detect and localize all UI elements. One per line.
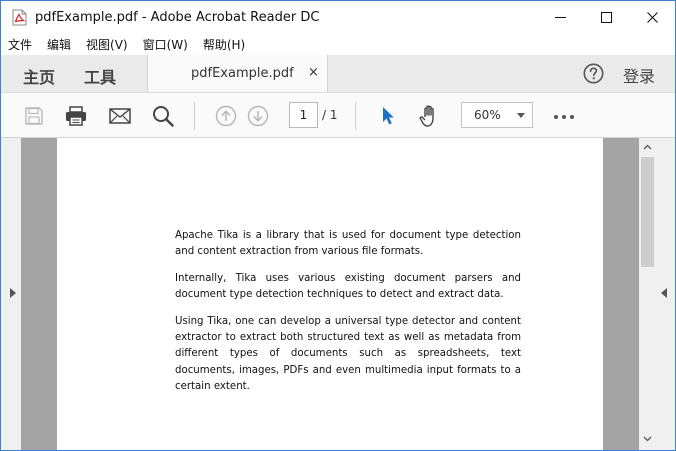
menu-file[interactable]: 文件	[8, 36, 32, 53]
save-icon	[25, 107, 43, 125]
signin-link[interactable]: 登录	[623, 63, 655, 87]
select-tool-button[interactable]	[376, 104, 400, 128]
chevron-down-icon	[517, 113, 525, 118]
cursor-arrow-icon	[383, 107, 394, 125]
help-icon[interactable]	[583, 63, 604, 84]
envelope-icon	[109, 108, 131, 124]
document-area: Apache Tika is a library that is used fo…	[1, 138, 675, 450]
page-total: / 1	[322, 108, 338, 122]
hand-tool-button[interactable]	[418, 104, 442, 128]
arrow-down-circle-icon	[247, 105, 269, 127]
printer-icon	[66, 106, 86, 126]
window-title: pdfExample.pdf - Adobe Acrobat Reader DC	[35, 10, 320, 25]
vertical-scrollbar[interactable]	[639, 138, 656, 450]
tab-tools[interactable]: 工具	[84, 64, 116, 88]
scroll-up-icon[interactable]	[643, 143, 652, 152]
toolbar: 1 / 1 60%	[1, 92, 675, 138]
document-canvas[interactable]: Apache Tika is a library that is used fo…	[21, 138, 639, 450]
page-number-input[interactable]: 1	[289, 102, 318, 128]
close-icon	[646, 12, 658, 23]
email-button[interactable]	[108, 104, 132, 128]
toolbar-separator	[194, 102, 195, 130]
search-button[interactable]	[151, 104, 175, 128]
maximize-button[interactable]	[583, 1, 629, 34]
expand-left-icon	[661, 288, 667, 298]
left-panel-toggle[interactable]	[1, 138, 21, 450]
toolbar-separator	[355, 102, 356, 130]
save-button[interactable]	[22, 104, 46, 128]
tab-document[interactable]: pdfExample.pdf ×	[147, 55, 328, 92]
minimize-icon	[554, 17, 566, 18]
scrollbar-thumb[interactable]	[641, 157, 654, 267]
maximize-icon	[600, 12, 612, 23]
paragraph: Using Tika, one can develop a universal …	[175, 315, 521, 393]
tab-close-icon[interactable]: ×	[308, 65, 319, 80]
previous-page-button[interactable]	[214, 104, 238, 128]
minimize-button[interactable]	[537, 1, 583, 34]
title-bar[interactable]: pdfExample.pdf - Adobe Acrobat Reader DC	[1, 1, 675, 34]
arrow-up-circle-icon	[215, 105, 237, 127]
page-text: Apache Tika is a library that is used fo…	[175, 228, 521, 406]
paragraph: Internally, Tika uses various existing d…	[175, 272, 521, 301]
zoom-value: 60%	[474, 108, 501, 122]
pdf-file-icon	[12, 9, 27, 26]
paragraph: Apache Tika is a library that is used fo…	[175, 230, 521, 258]
search-icon	[153, 106, 174, 127]
hand-icon	[419, 105, 434, 127]
menu-view[interactable]: 视图(V)	[86, 36, 128, 53]
right-panel-toggle[interactable]	[656, 138, 675, 450]
print-button[interactable]	[64, 104, 88, 128]
menu-help[interactable]: 帮助(H)	[203, 36, 245, 53]
tab-home[interactable]: 主页	[23, 64, 55, 88]
zoom-select[interactable]: 60%	[461, 102, 533, 128]
menu-bar: 文件 编辑 视图(V) 窗口(W) 帮助(H)	[1, 34, 675, 55]
expand-right-icon	[10, 288, 16, 298]
menu-window[interactable]: 窗口(W)	[143, 36, 188, 53]
next-page-button[interactable]	[246, 104, 270, 128]
document-tab-label: pdfExample.pdf	[191, 66, 294, 81]
acrobat-window: pdfExample.pdf - Adobe Acrobat Reader DC…	[0, 0, 676, 451]
more-dots-icon[interactable]	[553, 114, 577, 120]
close-button[interactable]	[629, 1, 675, 34]
pdf-page: Apache Tika is a library that is used fo…	[57, 138, 603, 450]
menu-edit[interactable]: 编辑	[47, 36, 71, 53]
scroll-down-icon[interactable]	[643, 434, 652, 443]
tab-bar: 主页 工具 pdfExample.pdf × 登录	[1, 55, 675, 92]
